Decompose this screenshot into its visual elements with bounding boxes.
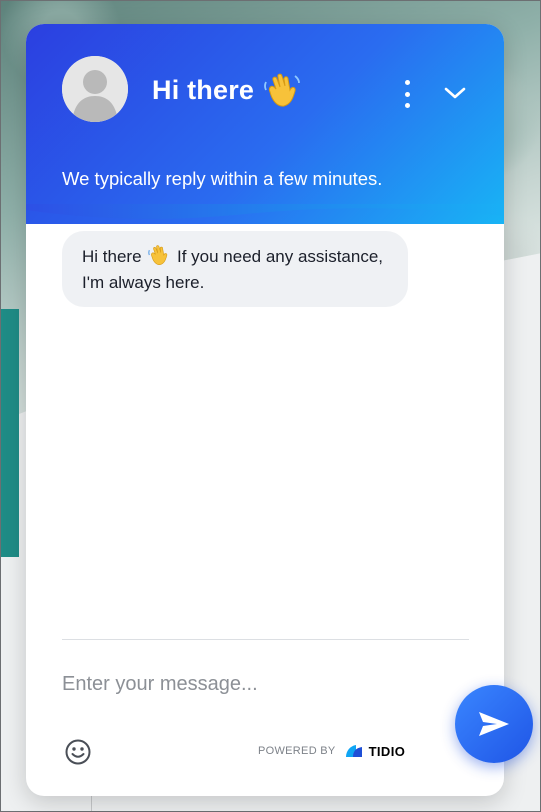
- user-avatar-icon: [62, 56, 128, 122]
- message-text-start: Hi there: [82, 247, 142, 266]
- paper-plane-icon: [479, 712, 509, 736]
- agent-avatar: [62, 56, 128, 122]
- waving-hand-icon: [148, 245, 168, 265]
- brand-name: TIDIO: [368, 743, 406, 759]
- chat-message-bubble: Hi there If you need any assistance, I'm…: [62, 231, 408, 307]
- chat-header: Hi there We typically reply within a few…: [26, 24, 504, 224]
- chat-title-row: Hi there: [152, 70, 302, 110]
- waving-hand-icon: [264, 73, 301, 107]
- options-menu-button[interactable]: [398, 80, 416, 108]
- vertical-dots-icon: [404, 80, 410, 85]
- powered-by-footer[interactable]: POWERED BY TIDIO: [258, 743, 405, 759]
- menu-dot: [404, 91, 410, 97]
- tidio-brand: TIDIO: [344, 743, 406, 759]
- chat-widget: Hi there We typically reply within a few…: [26, 24, 504, 796]
- powered-by-label: POWERED BY: [258, 745, 336, 757]
- chat-title: Hi there: [152, 74, 255, 105]
- chevron-down-icon[interactable]: [442, 82, 468, 104]
- background-teal-panel: [1, 309, 19, 557]
- composer-divider: [62, 639, 469, 640]
- smiley-icon[interactable]: [64, 738, 92, 766]
- message-input[interactable]: [62, 666, 442, 702]
- reply-time-subtitle: We typically reply within a few minutes.: [62, 168, 383, 189]
- tidio-logo-icon: [345, 745, 362, 757]
- menu-dot: [404, 103, 410, 108]
- send-button[interactable]: [455, 685, 533, 763]
